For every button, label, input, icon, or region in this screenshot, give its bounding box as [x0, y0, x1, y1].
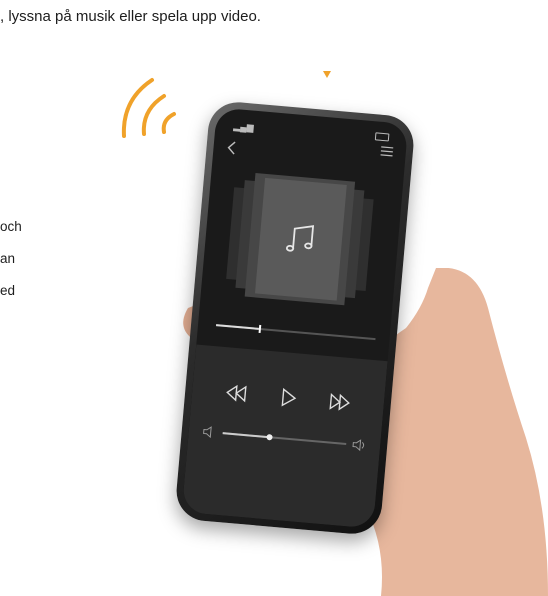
orange-marker-icon: [323, 71, 331, 78]
progress-fill: [215, 324, 260, 330]
body-text-fragment: ed: [0, 283, 16, 298]
volume-fill: [222, 432, 270, 439]
body-text-fragment: och: [0, 219, 22, 234]
phone-frame: ▂▄▆: [174, 99, 416, 537]
volume-high-icon: [352, 439, 365, 452]
progress-thumb[interactable]: [258, 324, 262, 334]
body-text-line: , lyssna på musik eller spela upp video.: [0, 8, 261, 25]
volume-control[interactable]: [202, 425, 366, 452]
menu-button[interactable]: [379, 144, 394, 159]
album-cover: [254, 177, 347, 301]
wireless-waves-icon: [121, 78, 176, 138]
play-icon: [281, 387, 297, 407]
music-note-icon: [285, 225, 315, 252]
back-button[interactable]: [223, 138, 243, 158]
music-player-screen: ▂▄▆: [181, 107, 409, 529]
battery-icon: [374, 132, 390, 142]
signal-icon: ▂▄▆: [233, 120, 255, 133]
play-button[interactable]: [274, 386, 302, 410]
menu-lines-icon: [380, 146, 394, 157]
chevron-left-icon: [227, 141, 236, 155]
volume-track: [222, 432, 347, 445]
body-text-fragment: an: [0, 251, 16, 266]
volume-thumb[interactable]: [266, 433, 273, 441]
fast-forward-button[interactable]: [326, 390, 354, 414]
volume-low-icon: [203, 426, 212, 439]
progress-track: [215, 324, 376, 341]
rewind-button[interactable]: [222, 381, 250, 405]
fast-forward-icon: [329, 392, 350, 411]
rewind-icon: [226, 384, 247, 403]
illustration: , lyssna på musik eller spela upp video.…: [0, 0, 548, 596]
phone: ▂▄▆: [174, 99, 416, 537]
album-art: [199, 159, 403, 325]
playback-controls: [181, 344, 388, 529]
